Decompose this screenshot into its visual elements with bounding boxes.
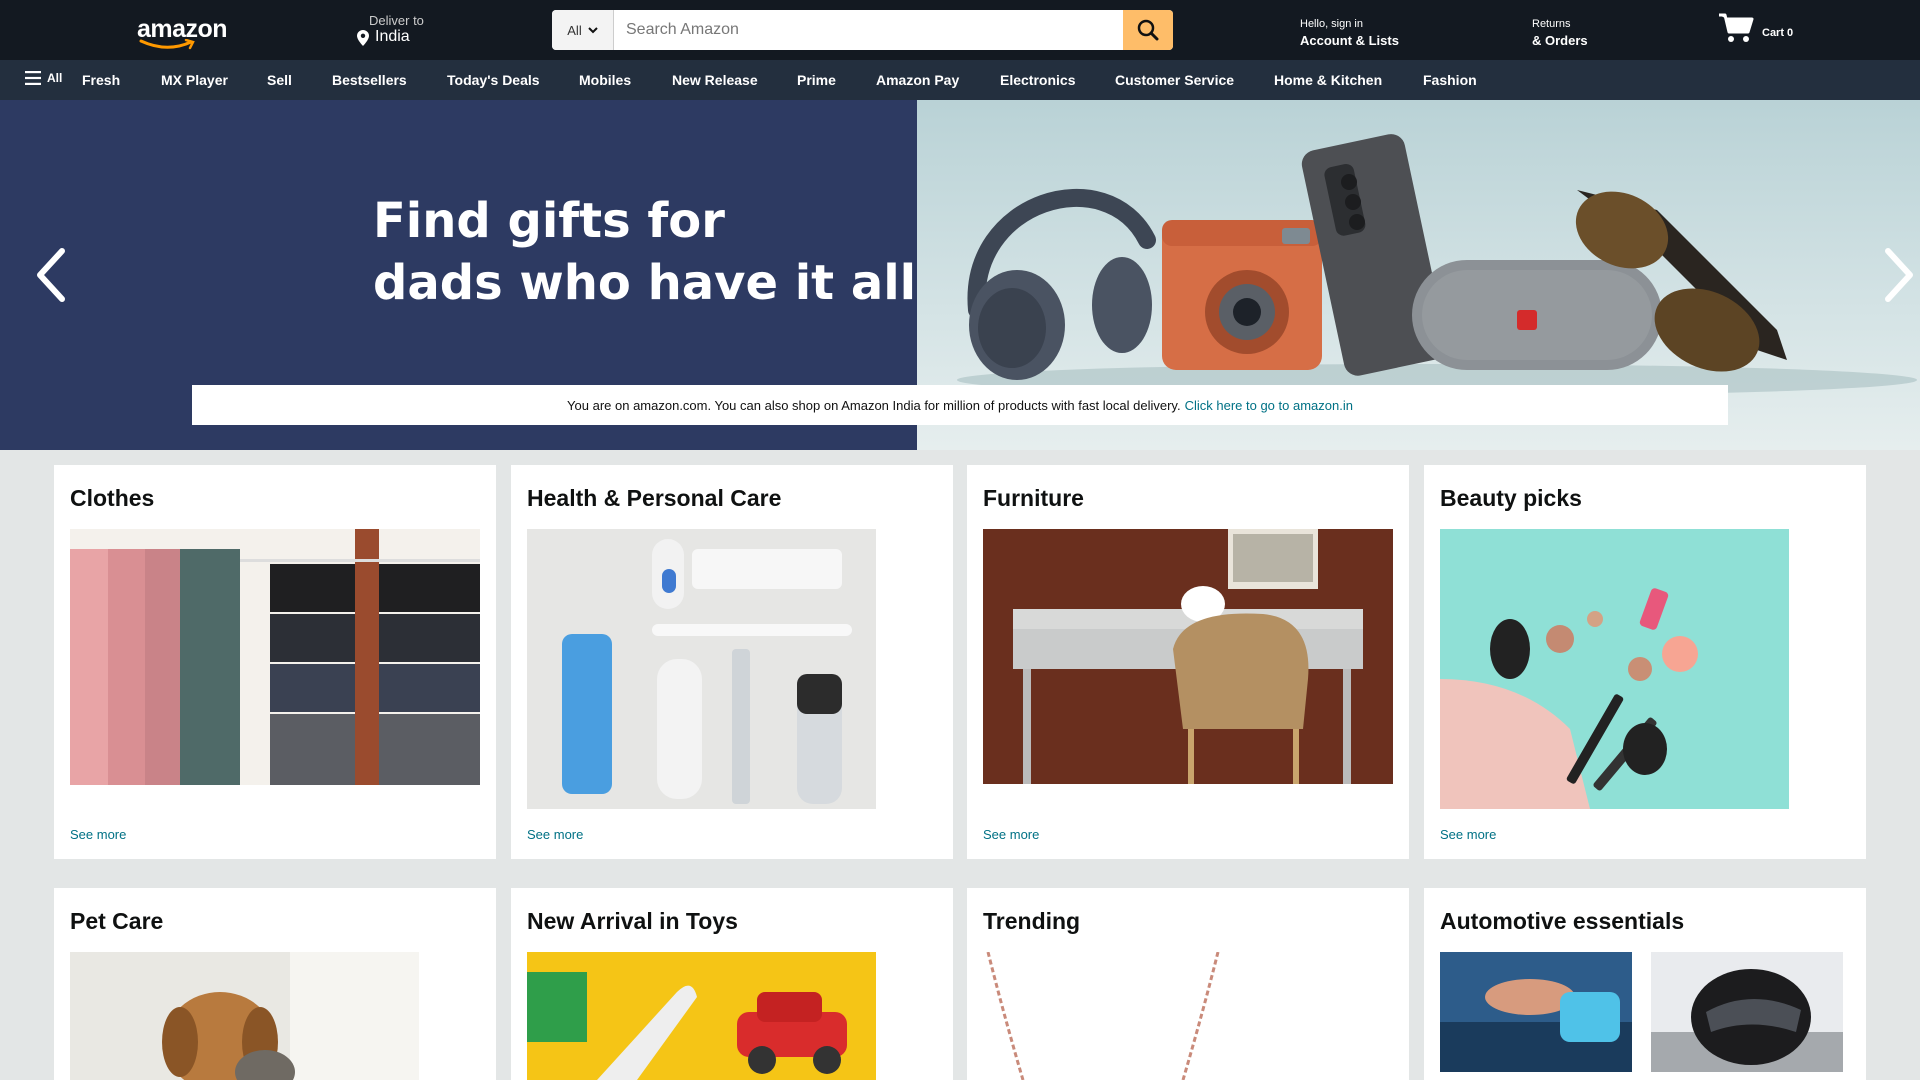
search-icon: [1137, 19, 1159, 41]
cart-icon: [1719, 13, 1754, 42]
furniture-image[interactable]: [983, 529, 1393, 784]
nav-item-sell[interactable]: Sell: [267, 72, 292, 88]
hero-title-line1: Find gifts for: [373, 193, 725, 249]
nav-item-fresh[interactable]: Fresh: [82, 72, 120, 88]
nav-item-fashion[interactable]: Fashion: [1423, 72, 1477, 88]
nav-item-home-kitchen[interactable]: Home & Kitchen: [1274, 72, 1382, 88]
region-notice-link[interactable]: Click here to go to amazon.in: [1185, 398, 1353, 413]
account-lists[interactable]: Hello, sign in Account & Lists: [1300, 18, 1399, 48]
card-title: Automotive essentials: [1440, 908, 1685, 934]
search-category-select[interactable]: All: [552, 10, 614, 50]
nav-item-prime[interactable]: Prime: [797, 72, 836, 88]
account-greeting: Hello, sign in: [1300, 18, 1363, 30]
see-more-link[interactable]: See more: [1440, 827, 1496, 842]
all-menu-label: All: [47, 71, 63, 85]
logo-smile-icon: [139, 39, 195, 50]
card-clothes: Clothes See more: [54, 465, 496, 859]
pet-care-image[interactable]: [70, 952, 419, 1080]
nav-item-electronics[interactable]: Electronics: [1000, 72, 1075, 88]
region-notice-text: You are on amazon.com. You can also shop…: [567, 397, 1181, 413]
card-beauty-picks: Beauty picks See more: [1424, 465, 1866, 859]
nav-item-amazon-pay[interactable]: Amazon Pay: [876, 72, 959, 88]
deliver-location: India: [375, 28, 410, 45]
nav-item-customer-service[interactable]: Customer Service: [1115, 72, 1234, 88]
card-title: Clothes: [70, 485, 155, 511]
all-menu-button[interactable]: All: [25, 71, 62, 85]
chevron-right-icon[interactable]: [1880, 245, 1920, 305]
returns-orders[interactable]: Returns & Orders: [1532, 18, 1588, 48]
card-trending: Trending: [967, 888, 1409, 1080]
car-cleaning-image[interactable]: [1440, 952, 1632, 1072]
hero-carousel[interactable]: Find gifts for dads who have it all You …: [0, 100, 1920, 450]
hero-title-line2: dads who have it all: [373, 255, 917, 311]
card-pet-care: Pet Care: [54, 888, 496, 1080]
search-input[interactable]: [614, 10, 1110, 50]
card-furniture: Furniture See more: [967, 465, 1409, 859]
cart-label: Cart 0: [1762, 27, 1794, 39]
cart-button[interactable]: Cart 0: [1718, 12, 1793, 44]
hero-title: Find gifts for dads who have it all: [373, 190, 916, 314]
hamburger-menu-icon: [25, 71, 41, 85]
card-title: Pet Care: [70, 908, 164, 934]
card-title: Beauty picks: [1440, 485, 1582, 511]
search-bar: All: [552, 10, 1173, 50]
chevron-left-icon[interactable]: [30, 245, 70, 305]
beauty-picks-image[interactable]: [1440, 529, 1789, 809]
nav-item-bestsellers[interactable]: Bestsellers: [332, 72, 407, 88]
search-category-label: All: [567, 22, 582, 38]
card-health-personal-care: Health & Personal Care See more: [511, 465, 953, 859]
search-button[interactable]: [1123, 10, 1173, 50]
card-automotive-essentials: Automotive essentials: [1424, 888, 1866, 1080]
nav-item-mx-player[interactable]: MX Player: [161, 72, 228, 88]
card-title: Furniture: [983, 485, 1084, 511]
helmet-image[interactable]: [1651, 952, 1843, 1072]
account-label: Account & Lists: [1300, 33, 1399, 48]
card-title: Trending: [983, 908, 1081, 934]
clothes-image[interactable]: [70, 529, 480, 785]
nav-item-mobiles[interactable]: Mobiles: [579, 72, 631, 88]
nav-item-new-release[interactable]: New Release: [672, 72, 758, 88]
see-more-link[interactable]: See more: [70, 827, 126, 842]
card-new-arrival-toys: New Arrival in Toys: [511, 888, 953, 1080]
see-more-link[interactable]: See more: [983, 827, 1039, 842]
location-pin-icon: [357, 30, 369, 46]
returns-label: Returns: [1532, 18, 1571, 30]
see-more-link[interactable]: See more: [527, 827, 583, 842]
trending-image[interactable]: [983, 952, 1332, 1080]
amazon-logo[interactable]: amazon: [137, 16, 228, 50]
top-header: amazon Deliver to India All Hello, sign …: [0, 0, 1920, 60]
nav-bar: All Fresh MX Player Sell Bestsellers Tod…: [0, 60, 1920, 100]
card-title: Health & Personal Care: [527, 485, 782, 511]
deliver-label: Deliver to: [369, 13, 424, 28]
nav-item-todays-deals[interactable]: Today's Deals: [447, 72, 540, 88]
orders-label: & Orders: [1532, 33, 1588, 48]
health-personal-care-image[interactable]: [527, 529, 876, 809]
chevron-down-icon: [588, 26, 598, 33]
card-title: New Arrival in Toys: [527, 908, 738, 934]
region-notice: You are on amazon.com. You can also shop…: [192, 385, 1728, 425]
new-arrival-toys-image[interactable]: [527, 952, 876, 1080]
